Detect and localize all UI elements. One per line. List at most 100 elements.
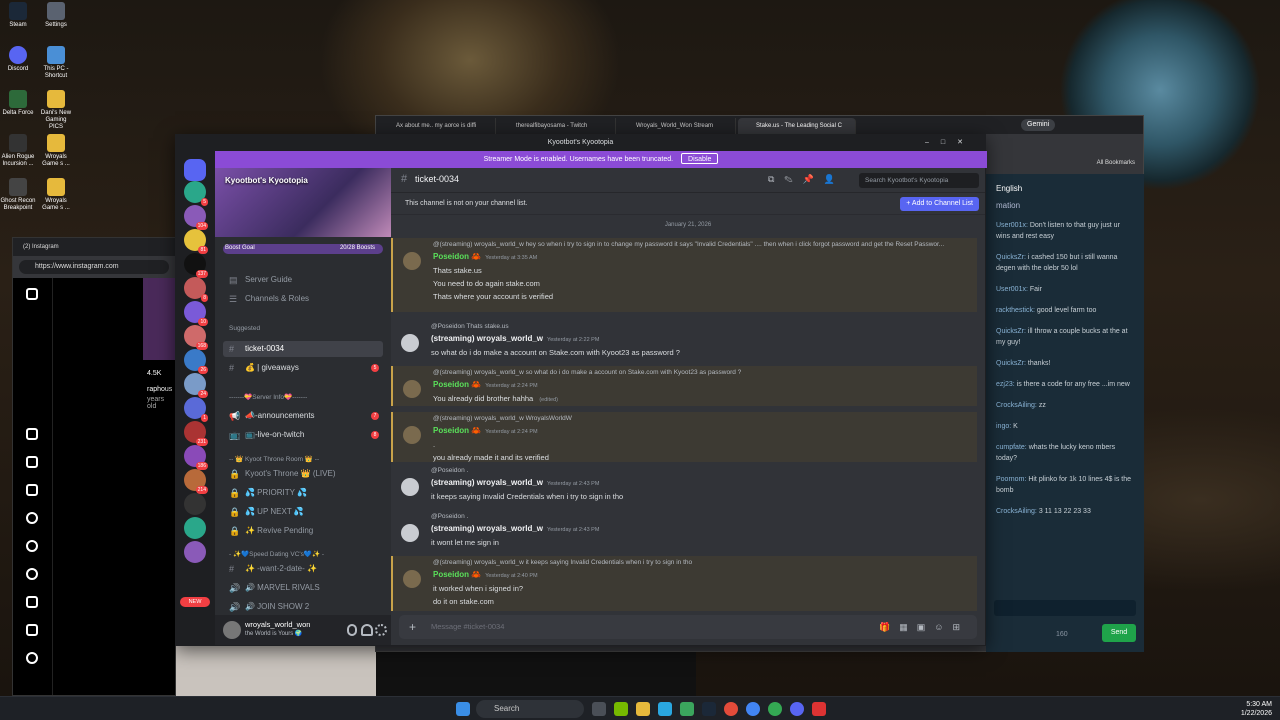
message-author[interactable]: (streaming) wroyals_world_w Yesterday at … bbox=[431, 332, 599, 347]
app-icon[interactable] bbox=[680, 702, 694, 716]
clock[interactable]: 5:30 AM 1/22/2026 bbox=[1241, 700, 1272, 718]
caption-user[interactable]: raphous bbox=[147, 386, 172, 393]
chat-username[interactable]: Poornom: bbox=[996, 476, 1026, 483]
server-icon[interactable]: 81 bbox=[184, 229, 208, 254]
chat-username[interactable]: QuicksZr: bbox=[996, 360, 1026, 367]
server-icon[interactable]: 137 bbox=[184, 253, 208, 278]
profile-icon[interactable] bbox=[26, 652, 38, 664]
home-icon[interactable] bbox=[26, 428, 38, 440]
server-icon[interactable]: 1 bbox=[184, 397, 208, 422]
input-action-icons[interactable]: 🎁▦▣☺⊞ bbox=[879, 615, 969, 639]
reels-icon[interactable] bbox=[26, 456, 38, 468]
headphones-icon[interactable] bbox=[361, 624, 373, 636]
message[interactable]: @(streaming) wroyals_world_w so what do … bbox=[391, 366, 977, 406]
channel-item[interactable]: 🔊 🔊 MARVEL RIVALS bbox=[223, 580, 383, 596]
server-icon[interactable]: 214 bbox=[184, 469, 208, 494]
message[interactable]: @(streaming) wroyals_world_w it keeps sa… bbox=[391, 556, 977, 611]
chrome-icon[interactable] bbox=[746, 702, 760, 716]
desktop-icon-ghost-recon[interactable]: Ghost Recon Breakpoint bbox=[0, 178, 36, 212]
message-author[interactable]: (streaming) wroyals_world_w Yesterday at … bbox=[431, 476, 599, 491]
server-icon[interactable]: 8 bbox=[184, 277, 208, 302]
server-icon[interactable]: 186 bbox=[184, 445, 208, 470]
steam-icon[interactable] bbox=[702, 702, 716, 716]
desktop-icon-discord[interactable]: Discord bbox=[0, 46, 36, 73]
search-input[interactable]: Search Kyootbot's Kyootopia bbox=[859, 173, 979, 188]
browser-tab[interactable]: Wroyals_World_Won Stream bbox=[618, 118, 736, 134]
message-author[interactable]: (streaming) wroyals_world_w Yesterday at … bbox=[431, 522, 599, 537]
server-icon[interactable]: 104 bbox=[184, 205, 208, 230]
task-view-icon[interactable] bbox=[592, 702, 606, 716]
channel-item[interactable]: # 💰 | giveaways 5 bbox=[223, 360, 383, 376]
channel-category[interactable]: -- 👑 Kyoot Throne Room 👑 -- bbox=[229, 455, 319, 463]
desktop-icon-steam[interactable]: Steam bbox=[0, 2, 36, 29]
desktop-icon-alien-rogue[interactable]: Alien Rogue Incursion ... bbox=[0, 134, 36, 168]
server-banner[interactable]: Kyootbot's Kyootopia bbox=[215, 168, 391, 237]
new-badge[interactable]: NEW bbox=[180, 597, 210, 607]
add-to-channel-list-button[interactable]: + Add to Channel List bbox=[900, 197, 979, 211]
server-icon[interactable] bbox=[184, 493, 206, 515]
chat-username[interactable]: CrocksAiling: bbox=[996, 402, 1037, 409]
chat-language[interactable]: English bbox=[986, 174, 1144, 197]
desktop-icon-folder[interactable]: Wroyals Game s ... bbox=[38, 134, 74, 168]
avatar[interactable] bbox=[401, 524, 419, 542]
app-icon[interactable] bbox=[812, 702, 826, 716]
message-author[interactable]: Poseidon 🦀 Yesterday at 3:35 AM bbox=[433, 250, 537, 265]
nvidia-icon[interactable] bbox=[614, 702, 628, 716]
message-input[interactable]: + Message #ticket-0034 🎁▦▣☺⊞ bbox=[399, 615, 977, 639]
taskbar-search[interactable]: Search bbox=[476, 700, 584, 718]
chat-username[interactable]: QuicksZr: bbox=[996, 254, 1026, 261]
chat-input[interactable] bbox=[994, 600, 1136, 616]
server-icon[interactable]: 26 bbox=[184, 349, 208, 374]
avatar[interactable] bbox=[403, 380, 421, 398]
desktop-icon-folder[interactable]: Dani's New Gaming PICS bbox=[38, 90, 74, 131]
start-icon[interactable] bbox=[456, 702, 470, 716]
server-icon[interactable]: 5 bbox=[184, 181, 208, 206]
chat-username[interactable]: QuicksZr: bbox=[996, 328, 1026, 335]
message-author[interactable]: Poseidon 🦀 Yesterday at 2:40 PM bbox=[433, 568, 538, 583]
channel-item[interactable]: 🔒 ✨ Revive Pending bbox=[223, 523, 383, 539]
browser-tab[interactable]: therealfibayosama - Twitch bbox=[498, 118, 616, 134]
message-author[interactable]: Poseidon 🦀 Yesterday at 2:24 PM bbox=[433, 378, 538, 393]
instagram-tab[interactable]: (2) Instagram bbox=[13, 238, 175, 256]
disable-button[interactable]: Disable bbox=[681, 153, 719, 164]
message[interactable]: @(streaming) wroyals_world_w hey so when… bbox=[391, 238, 977, 312]
avatar[interactable] bbox=[401, 478, 419, 496]
gear-icon[interactable] bbox=[375, 624, 387, 636]
reel-thumbnail[interactable] bbox=[143, 278, 177, 360]
message[interactable]: @(streaming) wroyals_world_w WroyalsWorl… bbox=[391, 412, 977, 462]
instagram-logo-icon[interactable] bbox=[26, 288, 38, 300]
chat-username[interactable]: cumpfate: bbox=[996, 444, 1027, 451]
server-icon[interactable]: 10 bbox=[184, 301, 208, 326]
server-icon[interactable]: 168 bbox=[184, 325, 208, 350]
avatar[interactable] bbox=[403, 570, 421, 588]
instagram-window[interactable]: (2) Instagram https://www.instagram.com … bbox=[12, 237, 177, 696]
channel-category[interactable]: -------💝Server Info💝------- bbox=[229, 393, 307, 401]
chat-username[interactable]: ingo: bbox=[996, 423, 1011, 430]
avatar[interactable] bbox=[223, 621, 241, 639]
app-icon[interactable] bbox=[724, 702, 738, 716]
channels-roles[interactable]: ☰ Channels & Roles bbox=[223, 291, 383, 307]
explore-icon[interactable] bbox=[26, 540, 38, 552]
plus-icon[interactable]: + bbox=[409, 615, 416, 639]
discord-icon[interactable] bbox=[790, 702, 804, 716]
desktop-icon-settings[interactable]: Settings bbox=[38, 2, 74, 29]
server-icon[interactable] bbox=[184, 541, 206, 563]
channel-item[interactable]: 📺 📺-live-on-twitch 8 bbox=[223, 427, 383, 443]
message-list[interactable]: January 21, 2026 @(streaming) wroyals_wo… bbox=[391, 216, 985, 611]
server-icon[interactable]: 231 bbox=[184, 421, 208, 446]
messages-icon[interactable] bbox=[26, 484, 38, 496]
header-action-icons[interactable]: ⧉✎📌👤 bbox=[768, 174, 845, 185]
chat-username[interactable]: User001x: bbox=[996, 286, 1028, 293]
window-controls[interactable]: –□✕ bbox=[925, 135, 975, 151]
browser-tab-active[interactable]: Stake.us - The Leading Social C bbox=[738, 118, 856, 134]
channel-item[interactable]: 📢 📣-announcements 7 bbox=[223, 408, 383, 424]
send-button[interactable]: Send bbox=[1102, 624, 1136, 642]
gemini-button[interactable]: Gemini bbox=[1021, 119, 1056, 131]
channel-item[interactable]: 🔒 💦 PRIORITY 💦 bbox=[223, 485, 383, 501]
create-icon[interactable] bbox=[26, 596, 38, 608]
dashboard-icon[interactable] bbox=[26, 624, 38, 636]
server-icon[interactable]: 24 bbox=[184, 373, 208, 398]
discord-window[interactable]: Kyootbot's Kyootopia –□✕ Streamer Mode i… bbox=[175, 134, 987, 646]
message[interactable]: @Poseidon . (streaming) wroyals_world_w Y… bbox=[391, 510, 977, 550]
avatar[interactable] bbox=[401, 334, 419, 352]
